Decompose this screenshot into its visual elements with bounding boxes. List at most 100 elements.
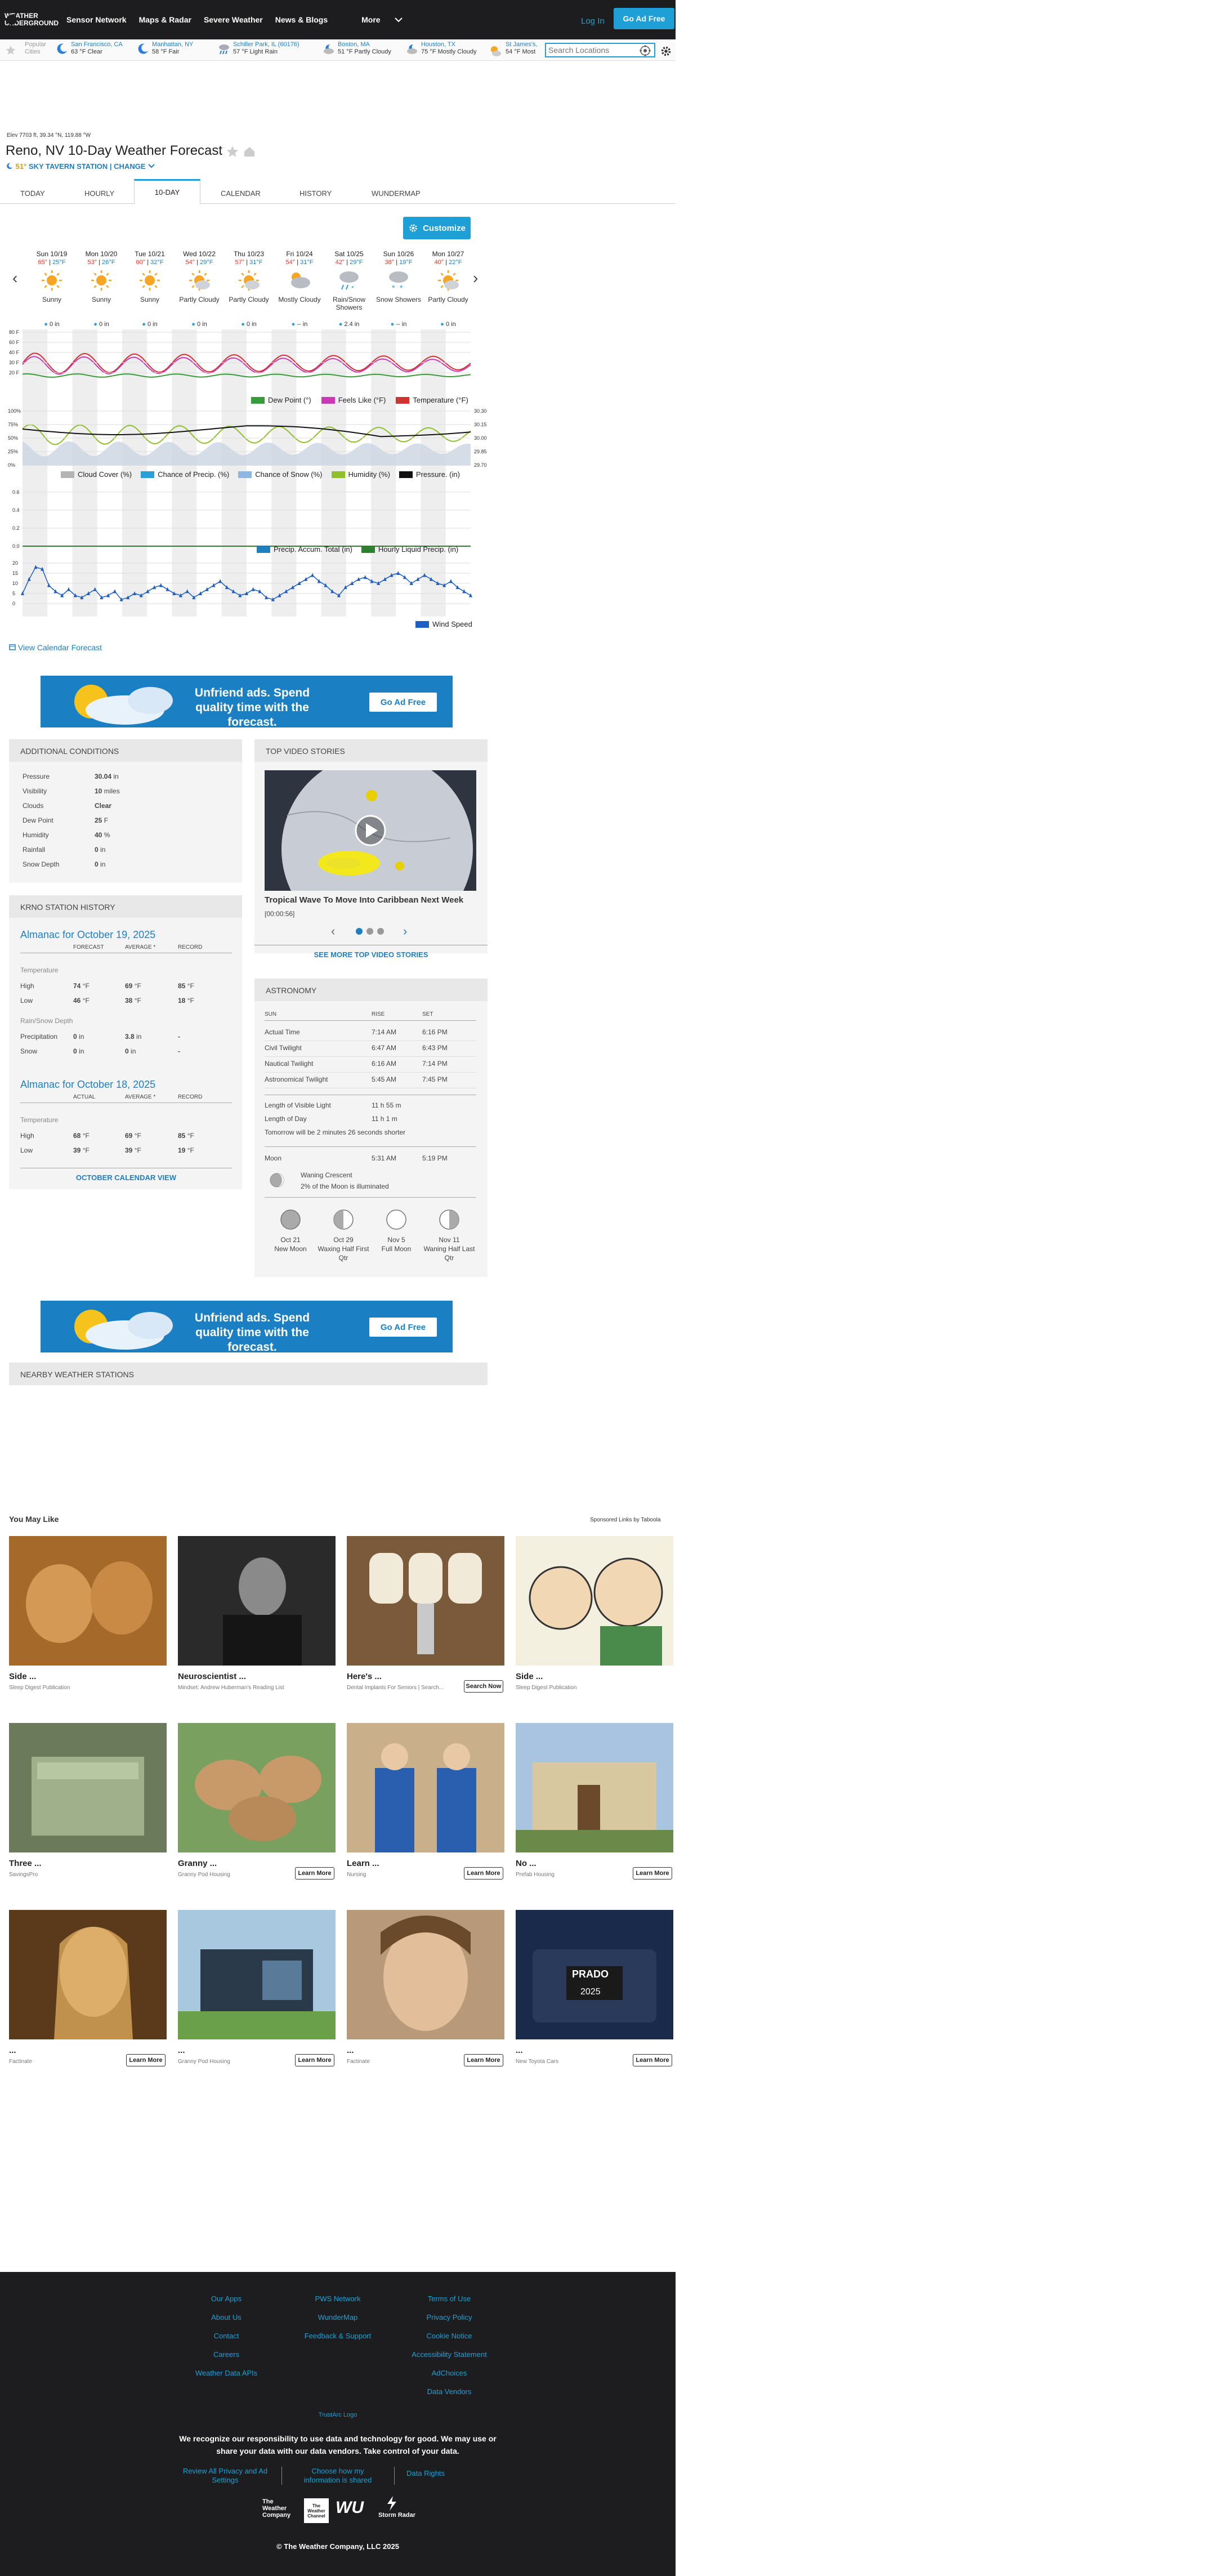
change-station-link[interactable]: CHANGE [114, 162, 145, 171]
footer-link[interactable]: Accessibility Statement [393, 2350, 506, 2359]
nav-news-blogs[interactable]: News & Blogs [275, 15, 328, 24]
sponsored-cta-button[interactable]: Learn More [633, 2054, 672, 2066]
sponsored-title[interactable]: Side ... [516, 1672, 673, 1681]
weather-company-logo[interactable]: The Weather Company [262, 2498, 296, 2519]
city-san-francisco[interactable]: San Francisco, CA 63 °F Clear [57, 41, 123, 56]
sponsored-image[interactable] [347, 1723, 504, 1852]
day-forecast[interactable]: Wed 10/22 54° | 29°F Partly Cloudy ● 0 in [175, 250, 224, 328]
day-forecast[interactable]: Mon 10/27 40° | 22°F Partly Cloudy ● 0 in [423, 250, 473, 328]
settings-gear-icon[interactable] [660, 45, 672, 57]
footer-link[interactable]: Terms of Use [393, 2294, 506, 2303]
footer-link[interactable]: Feedback & Support [281, 2332, 394, 2340]
sponsored-title[interactable]: Three ... [9, 1859, 167, 1868]
day-forecast[interactable]: Mon 10/20 53° | 26°F Sunny ● 0 in [77, 250, 126, 328]
sponsored-cta-button[interactable]: Learn More [126, 2054, 166, 2066]
city-boston[interactable]: Boston, MA 51 °F Partly Cloudy [324, 41, 391, 56]
sponsored-image[interactable] [9, 1910, 167, 2039]
footer-link[interactable]: Data Vendors [393, 2387, 506, 2396]
sponsored-image[interactable]: PRADO 2025 [516, 1910, 673, 2039]
sponsored-card[interactable]: Here's ... Dental Implants For Seniors | … [347, 1536, 504, 1693]
wu-footer-logo[interactable]: WU [336, 2498, 364, 2517]
sponsored-image[interactable] [178, 1910, 336, 2039]
tab-10-day[interactable]: 10-DAY [134, 179, 200, 204]
ad-banner[interactable]: Unfriend ads. Spend quality time with th… [41, 1301, 453, 1352]
tab-wundermap[interactable]: WUNDERMAP [372, 189, 421, 198]
footer-link[interactable]: PWS Network [281, 2294, 394, 2303]
sponsored-cta-button[interactable]: Learn More [633, 1867, 672, 1879]
see-more-videos-link[interactable]: SEE MORE TOP VIDEO STORIES [254, 950, 488, 959]
tab-hourly[interactable]: HOURLY [84, 189, 114, 198]
footer-link[interactable]: WunderMap [281, 2313, 394, 2321]
weather-channel-logo[interactable]: The Weather Channel [304, 2498, 329, 2523]
sponsored-cta-button[interactable]: Learn More [464, 1867, 503, 1879]
login-link[interactable]: Log In [581, 16, 605, 26]
ad-go-ad-free-button[interactable]: Go Ad Free [369, 693, 437, 712]
location-icon[interactable] [640, 45, 651, 56]
sponsored-card[interactable]: Side ... Sleep Digest Publication [9, 1536, 167, 1691]
home-icon[interactable] [243, 145, 256, 158]
day-forecast[interactable]: Sun 10/26 38° | 19°F * * Snow Showers ● -- in [374, 250, 423, 328]
sponsored-image[interactable] [347, 1536, 504, 1666]
carousel-dots[interactable] [356, 928, 384, 935]
sponsored-card[interactable]: ... Factinate Learn More [347, 1910, 504, 2066]
nav-more[interactable]: More [361, 15, 380, 24]
previous-days-arrow[interactable]: ‹ [12, 269, 17, 287]
sponsored-image[interactable] [516, 1723, 673, 1852]
taboola-label[interactable]: Sponsored Links by Taboola [590, 1517, 660, 1523]
day-forecast[interactable]: Sun 10/19 65° | 25°F Sunny ● 0 in [27, 250, 77, 328]
sponsored-title[interactable]: Side ... [9, 1672, 167, 1681]
next-days-arrow[interactable]: › [473, 269, 478, 287]
carousel-prev-arrow[interactable]: ‹ [331, 924, 335, 939]
footer-link[interactable]: Privacy Policy [393, 2313, 506, 2321]
wu-logo[interactable]: WEATHER UNDERGROUND [2, 4, 59, 35]
city-houston[interactable]: Houston, TX 75 °F Mostly Cloudy [407, 41, 477, 56]
tab-calendar[interactable]: CALENDAR [221, 189, 261, 198]
footer-link[interactable]: Our Apps [170, 2294, 283, 2303]
sponsored-card[interactable]: PRADO 2025... New Toyota Cars Learn More [516, 1910, 673, 2066]
sponsored-card[interactable]: No ... Prefab Housing Learn More [516, 1723, 673, 1879]
sponsored-image[interactable] [178, 1536, 336, 1666]
view-calendar-forecast-link[interactable]: View Calendar Forecast [9, 643, 102, 652]
nav-maps-radar[interactable]: Maps & Radar [139, 15, 191, 24]
city-schiller-park[interactable]: Schiller Park, IL (60176) 57 °F Light Ra… [219, 41, 299, 56]
sponsored-card[interactable]: Learn ... Nursing Learn More [347, 1723, 504, 1879]
day-forecast[interactable]: Tue 10/21 60° | 32°F Sunny ● 0 in [125, 250, 175, 328]
nav-severe-weather[interactable]: Severe Weather [204, 15, 263, 24]
storm-radar-logo[interactable]: Storm Radar [378, 2512, 415, 2519]
sponsored-cta-button[interactable]: Learn More [295, 1867, 334, 1879]
ad-banner[interactable]: Unfriend ads. Spend quality time with th… [41, 676, 453, 727]
trustarc-logo[interactable]: TrustArc Logo [311, 2412, 365, 2419]
sponsored-card[interactable]: ... Factinate Learn More [9, 1910, 167, 2066]
favorite-star-icon[interactable] [226, 145, 239, 158]
day-forecast[interactable]: Sat 10/25 42° | 29°F * Rain/Snow Showers ● 2… [324, 250, 374, 328]
chevron-down-icon[interactable] [394, 16, 403, 23]
sponsored-cta-button[interactable]: Learn More [295, 2054, 334, 2066]
star-icon[interactable] [6, 45, 16, 55]
sponsored-cta-button[interactable]: Learn More [464, 2054, 503, 2066]
customize-button[interactable]: Customize [403, 217, 471, 239]
footer-link[interactable]: Careers [170, 2350, 283, 2359]
footer-link[interactable]: About Us [170, 2313, 283, 2321]
october-calendar-link[interactable]: OCTOBER CALENDAR VIEW [20, 1173, 232, 1182]
nav-sensor-network[interactable]: Sensor Network [66, 15, 127, 24]
sponsored-card[interactable]: ... Granny Pod Housing Learn More [178, 1910, 336, 2066]
sponsored-card[interactable]: Three ... SavingsPro [9, 1723, 167, 1878]
search-input[interactable] [545, 43, 655, 57]
city-st-james[interactable]: St James's, 54 °F Most [506, 41, 542, 56]
sponsored-image[interactable] [178, 1723, 336, 1852]
video-story-title[interactable]: Tropical Wave To Move Into Caribbean Nex… [265, 895, 463, 905]
day-forecast[interactable]: Fri 10/24 54° | 31°F Mostly Cloudy ● -- in [275, 250, 324, 328]
sponsored-image[interactable] [9, 1723, 167, 1852]
sponsored-image[interactable] [516, 1536, 673, 1666]
sponsored-image[interactable] [347, 1910, 504, 2039]
day-forecast[interactable]: Thu 10/23 57° | 31°F Partly Cloudy ● 0 in [224, 250, 274, 328]
tab-today[interactable]: TODAY [20, 189, 45, 198]
video-thumbnail[interactable] [265, 770, 476, 891]
sponsored-card[interactable]: Side ... Sleep Digest Publication [516, 1536, 673, 1691]
sponsored-image[interactable] [9, 1536, 167, 1666]
footer-link[interactable]: Weather Data APIs [170, 2369, 283, 2377]
go-ad-free-button[interactable]: Go Ad Free [614, 8, 674, 29]
sponsored-cta-button[interactable]: Search Now [464, 1680, 503, 1693]
station-selector[interactable]: 51° SKY TAVERN STATION | CHANGE [6, 162, 155, 171]
sponsored-title[interactable]: Neuroscientist ... [178, 1672, 336, 1681]
